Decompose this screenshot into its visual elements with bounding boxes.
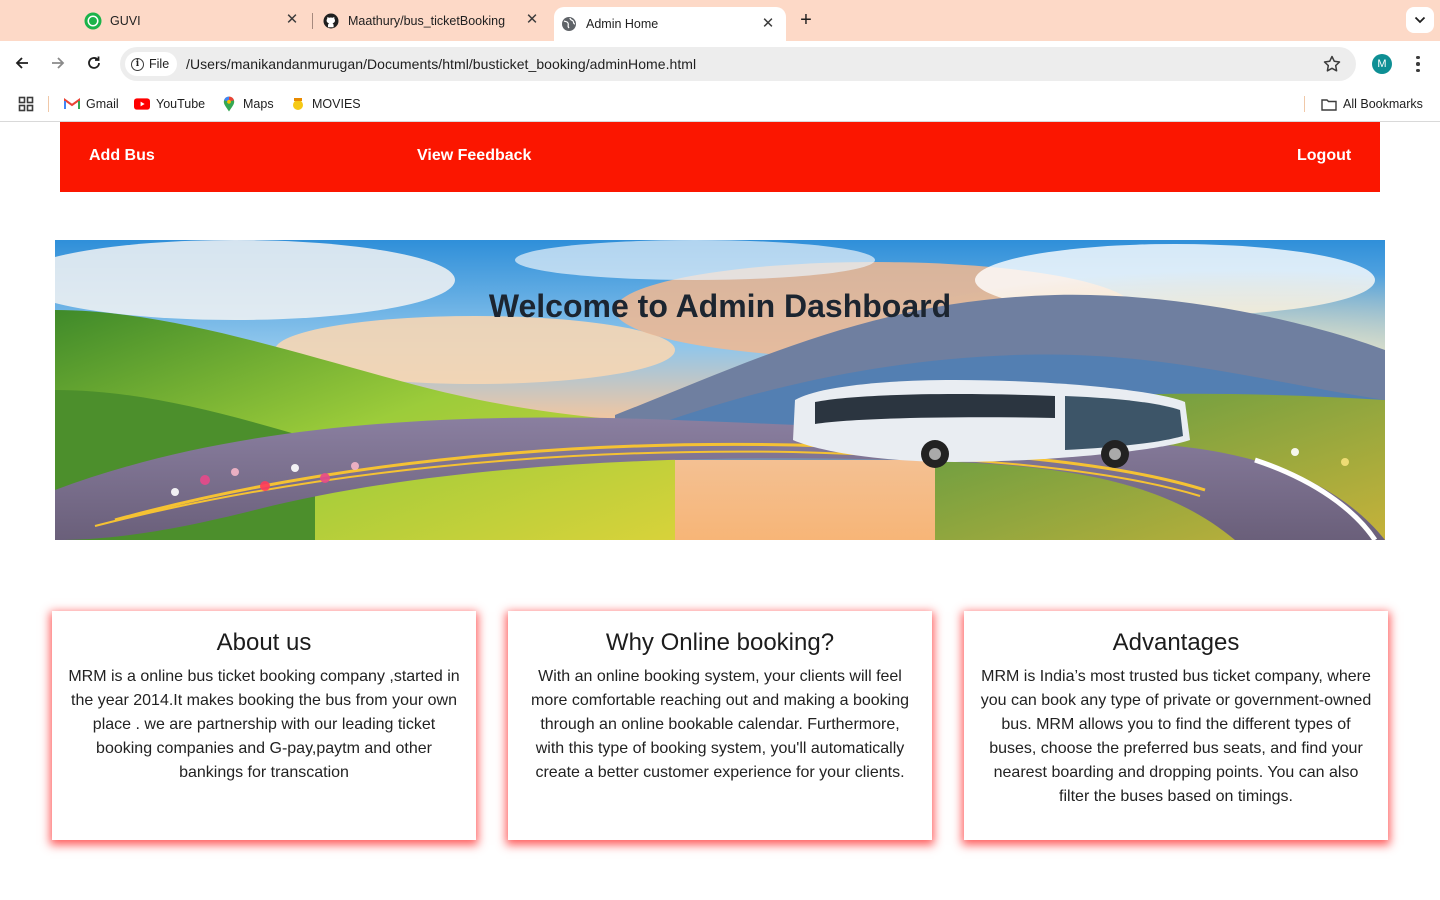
url-text[interactable]: /Users/manikandanmurugan/Documents/html/… <box>186 56 696 72</box>
browser-toolbar: i File /Users/manikandanmurugan/Document… <box>0 41 1440 86</box>
url-scheme-label: File <box>149 57 170 71</box>
view-feedback-link[interactable]: View Feedback <box>417 147 531 165</box>
close-icon[interactable]: ✕ <box>524 12 540 28</box>
gmail-icon <box>64 96 80 112</box>
close-icon[interactable]: ✕ <box>760 16 776 32</box>
bookmark-label: Maps <box>243 97 274 111</box>
info-icon: i <box>131 57 144 71</box>
new-tab-button[interactable]: + <box>794 8 818 32</box>
bookmarks-divider <box>48 96 49 112</box>
reload-icon <box>88 56 100 69</box>
bookmark-maps[interactable]: Maps <box>221 95 274 113</box>
apps-grid-icon <box>18 96 34 112</box>
bus-landscape-image <box>55 240 1385 540</box>
globe-icon <box>560 15 578 33</box>
logout-link[interactable]: Logout <box>1297 147 1351 165</box>
folder-icon <box>1321 96 1337 112</box>
movies-icon <box>290 96 306 112</box>
forward-button[interactable] <box>46 51 70 75</box>
card-title: Advantages <box>1112 629 1240 656</box>
tab-github[interactable]: Maathury/bus_ticketBooking ✕ <box>316 0 550 41</box>
card-text: MRM is India’s most trusted bus ticket c… <box>980 668 1372 805</box>
chevron-down-icon <box>1414 16 1426 24</box>
tab-search-button[interactable] <box>1406 7 1434 33</box>
maps-icon <box>221 96 237 112</box>
site-info-chip[interactable]: i File <box>125 52 177 76</box>
profile-avatar[interactable]: M <box>1372 54 1392 74</box>
bookmark-label: YouTube <box>156 97 206 111</box>
card-title: About us <box>216 629 312 656</box>
bookmarks-divider <box>1304 96 1305 112</box>
close-icon[interactable]: ✕ <box>284 12 300 28</box>
tab-divider <box>312 13 313 29</box>
guvi-icon <box>84 12 102 30</box>
all-bookmarks-label: All Bookmarks <box>1343 97 1423 111</box>
tab-guvi[interactable]: GUVI ✕ <box>78 0 310 41</box>
card-title: Why Online booking? <box>605 629 835 656</box>
apps-button[interactable] <box>18 95 34 113</box>
browser-menu-icon[interactable] <box>1408 54 1428 74</box>
hero-banner: Welcome to Admin Dashboard <box>55 240 1385 540</box>
reload-button[interactable] <box>82 51 106 75</box>
bookmark-movies[interactable]: MOVIES <box>290 95 361 113</box>
tab-admin-home[interactable]: Admin Home ✕ <box>554 7 786 41</box>
card-text: With an online booking system, your clie… <box>531 668 909 781</box>
arrow-left-icon <box>15 57 28 69</box>
about-us-card: About us MRM is a online bus ticket book… <box>52 611 476 840</box>
bookmark-gmail[interactable]: Gmail <box>64 95 119 113</box>
tab-title: Maathury/bus_ticketBooking <box>348 13 506 28</box>
address-bar[interactable]: i File /Users/manikandanmurugan/Document… <box>120 47 1356 81</box>
add-bus-link[interactable]: Add Bus <box>89 147 155 165</box>
github-icon <box>322 12 340 30</box>
arrow-right-icon <box>52 57 65 69</box>
tab-title: GUVI <box>110 13 141 28</box>
back-button[interactable] <box>10 51 34 75</box>
bookmark-label: MOVIES <box>312 97 361 111</box>
bookmark-label: Gmail <box>86 97 119 111</box>
youtube-icon <box>134 96 150 112</box>
hero-title: Welcome to Admin Dashboard <box>488 288 952 324</box>
card-text: MRM is a online bus ticket booking compa… <box>68 668 460 781</box>
bookmark-youtube[interactable]: YouTube <box>134 95 205 113</box>
advantages-card: Advantages MRM is India’s most trusted b… <box>964 611 1388 840</box>
bookmark-star-icon[interactable] <box>1322 54 1342 74</box>
admin-navbar: Add Bus View Feedback Logout <box>60 122 1380 192</box>
bookmarks-bar: Gmail YouTube Maps MOVIES All Bookmarks <box>0 86 1440 122</box>
tab-strip: GUVI ✕ Maathury/bus_ticketBooking ✕ Admi… <box>0 0 1440 41</box>
tab-title: Admin Home <box>586 17 659 31</box>
why-online-booking-card: Why Online booking? With an online booki… <box>508 611 932 840</box>
all-bookmarks-button[interactable]: All Bookmarks <box>1321 95 1423 113</box>
